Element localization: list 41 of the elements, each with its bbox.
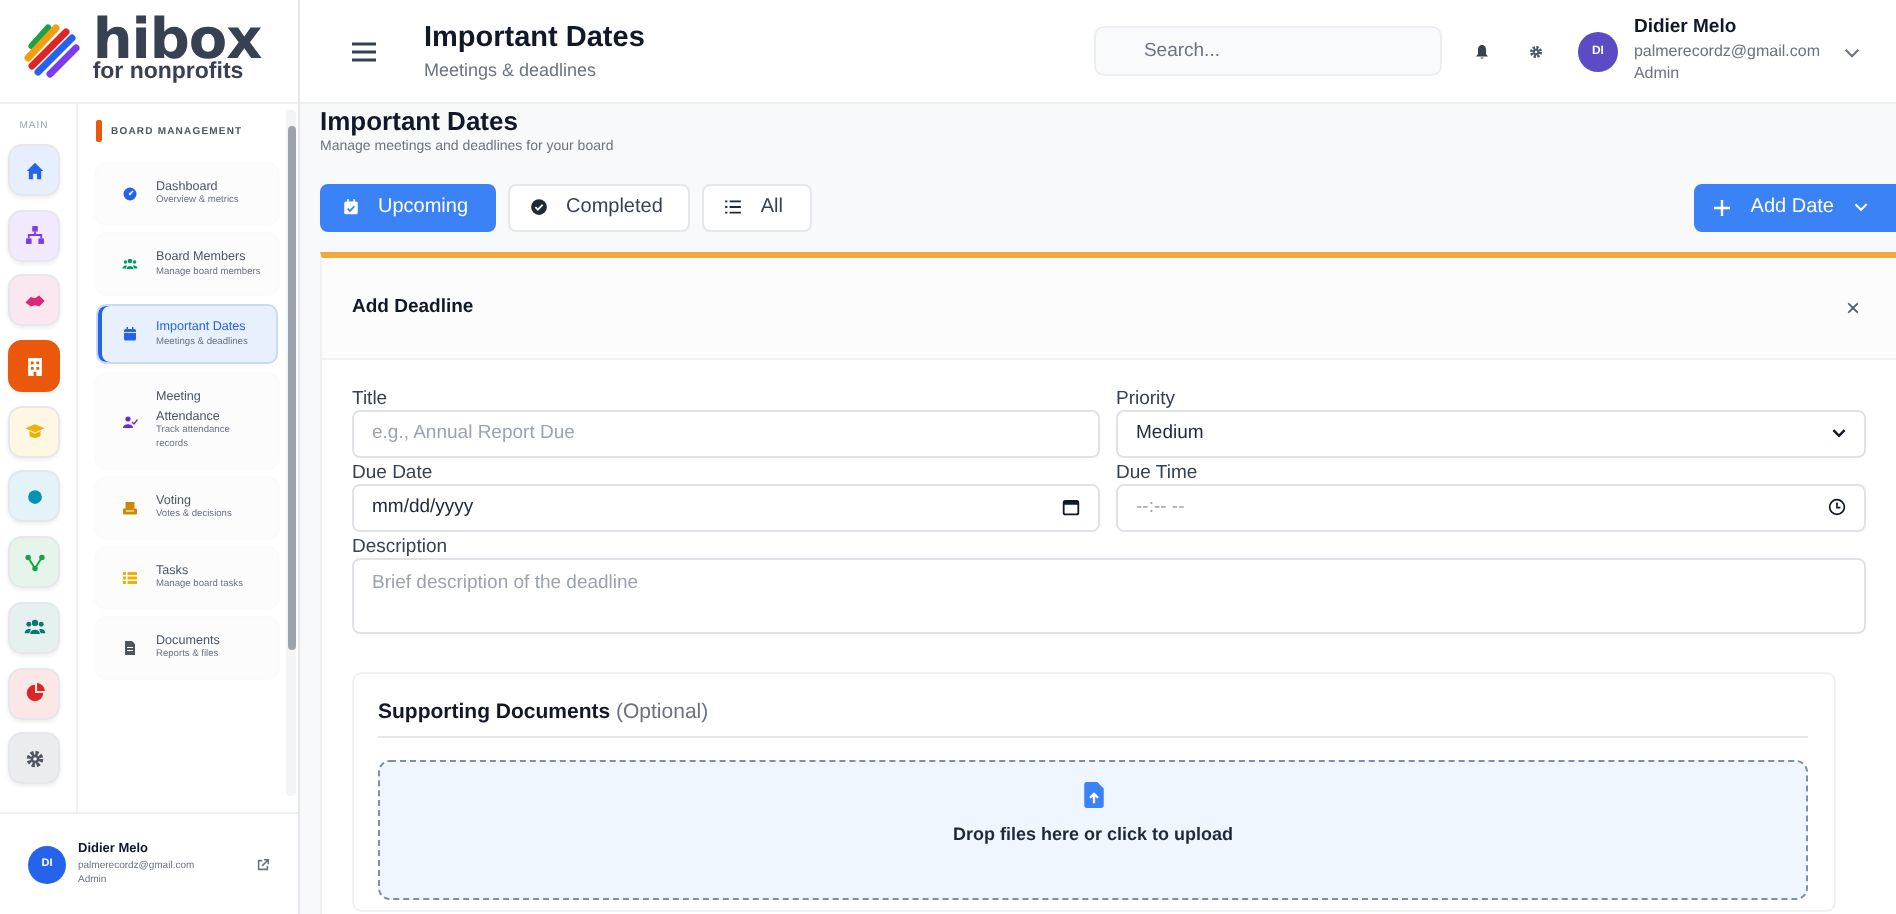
page-title: Important Dates — [320, 106, 520, 138]
upload-dropzone[interactable]: Drop files here or click to upload — [378, 759, 1808, 900]
field-label: Description — [352, 535, 450, 562]
chevron-down-icon[interactable] — [1844, 48, 1860, 58]
add-date-button[interactable]: Add Date — [1694, 183, 1896, 232]
user-name: Didier Melo — [1633, 16, 1739, 43]
list-icon — [724, 198, 743, 217]
search-field[interactable]: Search... — [1093, 26, 1442, 76]
priority-dropdown[interactable]: Medium — [1116, 409, 1866, 458]
user-role: Admin — [1633, 63, 1682, 86]
check-circle-icon — [530, 198, 549, 217]
filter-tab[interactable]: Upcoming — [320, 183, 497, 232]
page-header-title: Important Dates — [424, 21, 647, 57]
chevron-down-icon — [1854, 202, 1868, 213]
close-button[interactable]: × — [1845, 293, 1860, 322]
form-title: Add Deadline — [352, 296, 476, 319]
section-marker — [96, 120, 101, 142]
date-field[interactable]: mm/dd/yyyy — [352, 483, 1100, 532]
gear-icon[interactable] — [1527, 43, 1544, 59]
nav-rail-button[interactable] — [8, 340, 60, 393]
building-icon — [23, 355, 45, 378]
logo-tagline: for nonprofits — [92, 62, 246, 86]
file-upload-icon — [1083, 781, 1103, 808]
clock-icon — [1828, 498, 1846, 517]
page-header-subtitle: Meetings & deadlines — [424, 60, 599, 81]
scrollbar[interactable] — [286, 110, 296, 796]
plus-icon — [1714, 199, 1731, 216]
user-email: palmerecordz@gmail.com — [1633, 42, 1820, 64]
field-label: Priority — [1116, 387, 1178, 414]
field-label: Due Time — [1116, 461, 1200, 488]
external-link-icon[interactable] — [256, 857, 270, 871]
menu-icon[interactable] — [352, 41, 376, 61]
calendar-check-icon — [342, 198, 360, 217]
field-label: Title — [352, 387, 390, 414]
calendar-icon — [1062, 498, 1080, 517]
section-title: Supporting Documents (Optional) — [378, 699, 1808, 738]
chevron-down-icon — [1832, 428, 1846, 439]
field-label: Due Date — [352, 461, 435, 488]
bell-icon[interactable] — [1473, 43, 1490, 59]
filter-tab[interactable]: Completed — [508, 183, 691, 232]
filter-tab[interactable]: All — [702, 183, 812, 232]
